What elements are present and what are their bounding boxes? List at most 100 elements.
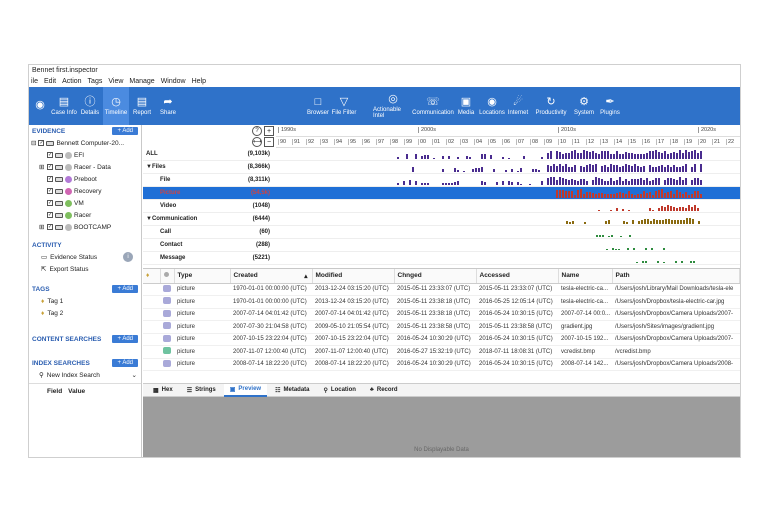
timeline-lane[interactable]: [276, 148, 740, 161]
add-tag-button[interactable]: + Add: [112, 285, 138, 293]
evidence-item[interactable]: ⊞ ✓ Racer - Data: [29, 161, 141, 173]
checkbox[interactable]: ✓: [47, 152, 53, 158]
add-evidence-button[interactable]: + Add: [112, 127, 138, 135]
tag-item[interactable]: ♦ Tag 1: [29, 295, 141, 307]
tag-cell[interactable]: [143, 320, 160, 334]
col-modified[interactable]: Modified: [312, 269, 395, 284]
timeline-lane[interactable]: [276, 200, 740, 213]
evidence-item[interactable]: ⊞ ✓ BOOTCAMP: [29, 221, 141, 233]
table-row[interactable]: picture 2007-11-07 12:00:40 (UTC) 2007-11-…: [143, 345, 740, 359]
tag-cell[interactable]: [143, 283, 160, 296]
tag-cell[interactable]: [143, 308, 160, 321]
tab-hex[interactable]: ▦ Hex: [147, 385, 179, 396]
timeline-category[interactable]: ALL (9,103k): [143, 148, 276, 161]
timeline-category[interactable]: Video (1048): [143, 200, 276, 213]
checkbox[interactable]: ✓: [47, 164, 53, 170]
export-status-item[interactable]: ⇱ Export Status: [29, 263, 141, 275]
chevron-down-icon[interactable]: ⌄: [132, 371, 137, 379]
menu-view[interactable]: View: [108, 76, 123, 87]
menu-file[interactable]: ile: [31, 76, 38, 87]
help-button[interactable]: ?: [252, 126, 262, 136]
col-path[interactable]: Path: [612, 269, 740, 284]
evidence-item[interactable]: ✓ EFI: [29, 149, 141, 161]
evidence-root[interactable]: ⊟ ✓ Bennett Computer-20...: [29, 137, 141, 149]
toolbar-plugins[interactable]: ✒ Plugins: [597, 87, 623, 125]
expand-icon[interactable]: [39, 152, 45, 159]
checkbox[interactable]: ✓: [38, 140, 45, 146]
timeline-category[interactable]: ▼Files (8,366k): [143, 161, 276, 174]
timeline-lane[interactable]: [276, 161, 740, 174]
checkbox[interactable]: ✓: [47, 200, 53, 206]
evidence-item[interactable]: ✓ Racer: [29, 209, 141, 221]
table-row[interactable]: picture 1970-01-01 00:00:00 (UTC) 2013-12-…: [143, 295, 740, 309]
evidence-status-item[interactable]: ▭ Evidence Status i: [29, 251, 141, 263]
col-changed[interactable]: Chnged: [394, 269, 477, 284]
timeline-lane[interactable]: [276, 226, 740, 239]
checkbox[interactable]: ✓: [47, 224, 53, 230]
menu-window[interactable]: Window: [161, 76, 186, 87]
toolbar-internet[interactable]: ☄ Internet: [505, 87, 531, 125]
toolbar-file-filter[interactable]: ▽ File Filter: [331, 87, 357, 125]
evidence-item[interactable]: ✓ VM: [29, 197, 141, 209]
add-index-search-button[interactable]: + Add: [112, 359, 138, 367]
expand-icon[interactable]: [39, 188, 45, 195]
toolbar-system[interactable]: ⚙ System: [571, 87, 597, 125]
timeline-lane[interactable]: [276, 213, 740, 226]
col-name[interactable]: Name: [558, 269, 613, 284]
toolbar-media[interactable]: ▣ Media: [453, 87, 479, 125]
tag-cell[interactable]: [143, 295, 160, 309]
add-content-search-button[interactable]: + Add: [112, 335, 138, 343]
tag-cell[interactable]: [143, 345, 160, 359]
tab-strings[interactable]: ☰ Strings: [181, 385, 222, 396]
tab-record[interactable]: ♣ Record: [364, 385, 404, 395]
info-badge[interactable]: i: [123, 252, 133, 262]
toolbar-case-info[interactable]: ▤ Case Info: [51, 87, 77, 125]
tab-location[interactable]: ⚲ Location: [318, 385, 362, 396]
menu-tags[interactable]: Tags: [88, 76, 103, 87]
tag-cell[interactable]: [143, 358, 160, 371]
zoom-in-button[interactable]: +: [264, 126, 274, 136]
tag-cell[interactable]: [143, 333, 160, 346]
toolbar-productivity[interactable]: ↻ Productivity: [531, 87, 571, 125]
expand-icon[interactable]: ⊞: [39, 223, 45, 231]
collapse-icon[interactable]: ⊟: [31, 139, 36, 147]
table-row[interactable]: picture 2007-07-14 04:01:42 (UTC) 2007-07-…: [143, 308, 740, 321]
col-accessed[interactable]: Accessed: [476, 269, 559, 284]
timeline-lane[interactable]: [276, 187, 740, 200]
zoom-out-button[interactable]: −: [264, 137, 274, 147]
tab-metadata[interactable]: ☷ Metadata: [269, 385, 315, 396]
timeline-category[interactable]: Call (60): [143, 226, 276, 239]
toolbar-share[interactable]: ➦ Share: [155, 87, 181, 125]
expand-icon[interactable]: ⊞: [39, 163, 45, 171]
table-row[interactable]: picture 1970-01-01 00:00:00 (UTC) 2013-12-…: [143, 283, 740, 296]
checkbox[interactable]: ✓: [47, 176, 53, 182]
timeline-lane[interactable]: [276, 174, 740, 187]
table-row[interactable]: picture 2007-10-15 23:22:04 (UTC) 2007-10-…: [143, 333, 740, 346]
expand-icon[interactable]: [39, 212, 45, 219]
timeline-category[interactable]: Picture (54,5k): [143, 187, 276, 200]
col-type[interactable]: Type: [174, 269, 231, 284]
status-column-header[interactable]: [160, 269, 175, 284]
col-created[interactable]: Created ▴: [230, 269, 313, 284]
expand-icon[interactable]: [39, 176, 45, 183]
timeline-category[interactable]: File (8,311k): [143, 174, 276, 187]
toolbar-timeline[interactable]: ◷ Timeline: [103, 87, 129, 125]
expand-icon[interactable]: [39, 200, 45, 207]
tag-column-header[interactable]: ♦: [143, 269, 161, 284]
toolbar-communication[interactable]: ☏ Communication: [412, 87, 454, 125]
toolbar-details[interactable]: ⓘ Details: [77, 87, 103, 125]
checkbox[interactable]: ✓: [47, 212, 53, 218]
menu-action[interactable]: Action: [62, 76, 81, 87]
timeline-category[interactable]: Contact (288): [143, 239, 276, 252]
menu-edit[interactable]: Edit: [44, 76, 56, 87]
toolbar-browser[interactable]: □ Browser: [305, 87, 331, 125]
checkbox[interactable]: ✓: [47, 188, 53, 194]
fit-button[interactable]: ⟷: [252, 137, 262, 147]
timeline-chart[interactable]: 1990s 2000s 2010s 2020s 90 91 92 93 94 95 96 97 98 9…: [276, 125, 740, 268]
evidence-item[interactable]: ✓ Recovery: [29, 185, 141, 197]
timeline-lane[interactable]: [276, 252, 740, 265]
evidence-item[interactable]: ✓ Preboot: [29, 173, 141, 185]
toolbar-actionable-intel[interactable]: ◎ Actionable Intel: [373, 87, 413, 125]
new-index-search-item[interactable]: ⚲ New Index Search ⌄: [29, 369, 141, 381]
tag-item[interactable]: ♦ Tag 2: [29, 307, 141, 319]
